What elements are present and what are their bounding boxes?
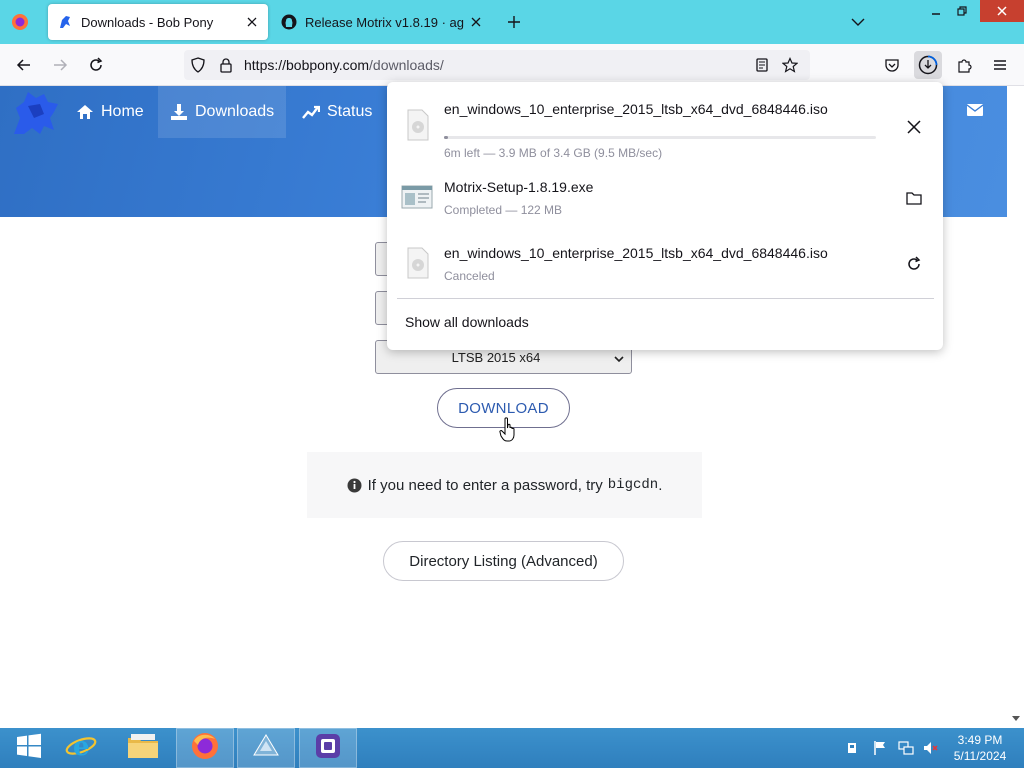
taskbar-motrix[interactable]: [299, 728, 357, 768]
network-tray-icon[interactable]: [898, 740, 914, 756]
hamburger-menu-icon[interactable]: [986, 51, 1014, 79]
download-filename: en_windows_10_enterprise_2015_ltsb_x64_d…: [444, 245, 828, 261]
windows-logo-icon: [16, 733, 42, 764]
firefox-menu-icon[interactable]: [8, 10, 32, 34]
usb-device-tray-icon[interactable]: [844, 740, 860, 756]
bobpony-favicon-icon: [57, 14, 73, 30]
taskbar-file-explorer[interactable]: [114, 728, 172, 768]
nav-downloads[interactable]: Downloads: [158, 86, 287, 138]
new-tab-button[interactable]: [502, 10, 526, 34]
restore-window-icon[interactable]: [948, 0, 976, 22]
tab-label: Downloads - Bob Pony: [81, 14, 214, 30]
chevron-down-icon: [613, 352, 625, 364]
nav-status[interactable]: Status: [290, 86, 384, 138]
internet-explorer-icon: e: [65, 731, 97, 766]
bobpony-logo[interactable]: [10, 88, 62, 138]
action-center-flag-icon[interactable]: [872, 740, 888, 756]
url-text: https://bobpony.com/downloads/: [244, 57, 444, 73]
extensions-icon[interactable]: [950, 51, 978, 79]
nav-downloads-label: Downloads: [195, 103, 275, 120]
pocket-icon[interactable]: [878, 51, 906, 79]
minimize-window-icon[interactable]: [922, 0, 950, 22]
panel-divider: [397, 298, 934, 299]
download-item[interactable]: en_windows_10_enterprise_2015_ltsb_x64_d…: [387, 94, 943, 160]
edition-select-value: LTSB 2015 x64: [451, 350, 541, 365]
lock-icon[interactable]: [218, 57, 234, 73]
windows-taskbar: e: [0, 728, 1024, 768]
firefox-icon: [190, 731, 220, 766]
home-icon: [76, 103, 94, 121]
scroll-down-arrow-icon[interactable]: [1010, 712, 1022, 726]
nav-home[interactable]: Home: [64, 86, 156, 138]
taskbar-firefox[interactable]: [176, 728, 234, 768]
folder-icon[interactable]: [901, 185, 927, 211]
close-tab-icon[interactable]: [464, 10, 488, 34]
downloads-toolbar-button[interactable]: [914, 51, 942, 79]
show-all-downloads-link[interactable]: Show all downloads: [405, 314, 529, 330]
reader-view-icon[interactable]: [754, 57, 770, 73]
clock-time: 3:49 PM: [957, 733, 1003, 747]
taskbar-clock[interactable]: 3:49 PM 5/11/2024: [944, 732, 1016, 764]
download-status: Canceled: [444, 269, 495, 283]
download-filename: en_windows_10_enterprise_2015_ltsb_x64_d…: [444, 101, 828, 117]
downloads-panel: en_windows_10_enterprise_2015_ltsb_x64_d…: [387, 82, 943, 350]
download-item[interactable]: Motrix-Setup-1.8.19.exe Completed — 122 …: [387, 166, 943, 232]
iso-file-icon: [401, 108, 433, 142]
password-info-box: If you need to enter a password, try big…: [307, 452, 702, 518]
cancel-icon[interactable]: [901, 114, 927, 140]
nav-home-label: Home: [101, 103, 144, 120]
taskbar-internet-explorer[interactable]: e: [52, 728, 110, 768]
back-button[interactable]: [10, 51, 38, 79]
tab-bob-pony-downloads[interactable]: Downloads - Bob Pony: [48, 4, 268, 40]
navigation-toolbar: https://bobpony.com/downloads/: [0, 44, 1024, 86]
tab-release-motrix[interactable]: Release Motrix v1.8.19 · agalwood/Motrix: [272, 4, 492, 40]
url-bar[interactable]: https://bobpony.com/downloads/: [184, 50, 810, 80]
iso-file-icon: [401, 246, 433, 280]
list-all-tabs-icon[interactable]: [846, 10, 870, 34]
password-code: bigcdn: [607, 477, 659, 493]
tab-strip: Downloads - Bob Pony Release Motrix v1.8…: [0, 0, 1024, 44]
exe-file-icon: [401, 180, 433, 214]
volume-muted-icon[interactable]: [922, 740, 938, 756]
svg-text:e: e: [73, 732, 90, 761]
retry-icon[interactable]: [901, 251, 927, 277]
start-button[interactable]: [0, 728, 58, 768]
download-filename: Motrix-Setup-1.8.19.exe: [444, 179, 594, 195]
chart-line-icon: [302, 103, 321, 121]
directory-listing-button[interactable]: Directory Listing (Advanced): [383, 541, 624, 581]
download-icon: [170, 103, 188, 121]
close-window-icon[interactable]: [980, 0, 1024, 22]
reload-button[interactable]: [82, 51, 110, 79]
tracking-protection-shield-icon[interactable]: [190, 57, 206, 73]
forward-button[interactable]: [46, 51, 74, 79]
download-item[interactable]: en_windows_10_enterprise_2015_ltsb_x64_d…: [387, 232, 943, 298]
nav-status-label: Status: [327, 103, 373, 120]
bookmark-star-icon[interactable]: [781, 57, 799, 73]
download-status: Completed — 122 MB: [444, 203, 563, 217]
file-explorer-icon: [127, 732, 159, 765]
mail-icon[interactable]: [966, 102, 984, 118]
download-status: 6m left — 3.9 MB of 3.4 GB (9.5 MB/sec): [444, 146, 663, 160]
close-tab-icon[interactable]: [240, 10, 264, 34]
clock-date: 5/11/2024: [953, 749, 1007, 763]
motrix-icon: [314, 732, 342, 765]
hand-cursor-icon: [499, 417, 519, 443]
password-info-text: If you need to enter a password, try: [367, 476, 603, 494]
info-circle-icon: [347, 478, 362, 493]
installer-icon: [251, 731, 281, 766]
taskbar-app-installer[interactable]: [237, 728, 295, 768]
tab-label: Release Motrix v1.8.19 · agalwood/Motrix: [305, 14, 464, 30]
github-favicon-icon: [281, 14, 297, 30]
download-progress-bar: [444, 136, 876, 139]
